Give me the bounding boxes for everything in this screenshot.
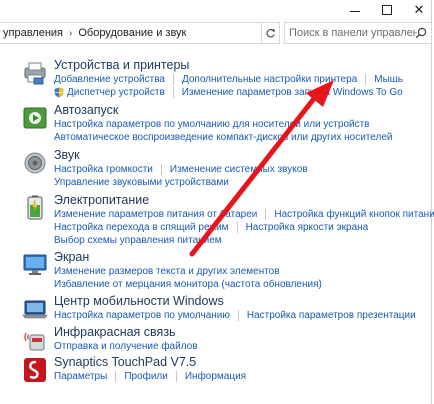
link-mobility-defaults[interactable]: Настройка параметров по умолчанию [54, 310, 230, 321]
breadcrumb[interactable]: управления › Оборудование и звук [0, 22, 262, 44]
link-row-display-1: Изменение размеров текста и других элеме… [54, 266, 280, 277]
refresh-button[interactable] [262, 22, 280, 44]
link-row-devices-2: Диспетчер устройств Изменение параметров… [54, 87, 403, 98]
category-title-autoplay[interactable]: Автозапуск [54, 103, 118, 117]
category-title-sound[interactable]: Звук [54, 148, 80, 162]
link-touchpad-info[interactable]: Информация [185, 371, 246, 382]
search-input[interactable] [285, 23, 421, 43]
battery-icon[interactable] [22, 195, 48, 221]
separator [172, 74, 174, 85]
category-title-display[interactable]: Экран [54, 250, 89, 264]
link-touchpad-parameters[interactable]: Параметры [54, 371, 107, 382]
category-sound: Звук Настройка громкости Изменение систе… [22, 148, 422, 188]
link-battery-settings[interactable]: Изменение параметров питания от батареи [54, 209, 257, 220]
link-screen-brightness[interactable]: Настройка яркости экрана [246, 222, 369, 233]
link-touchpad-profiles[interactable]: Профили [124, 371, 168, 382]
link-power-buttons[interactable]: Настройка функций кнопок питания [274, 209, 434, 220]
separator [365, 74, 367, 85]
minimize-button[interactable] [338, 0, 372, 20]
link-media-defaults[interactable]: Настройка параметров по умолчанию для но… [54, 119, 369, 130]
link-auto-play-cds[interactable]: Автоматическое воспроизведение компакт-д… [54, 132, 392, 143]
infrared-icon[interactable] [22, 327, 48, 353]
autoplay-icon[interactable] [22, 105, 48, 131]
link-sleep-settings[interactable]: Настройка перехода в спящий режим [54, 222, 229, 233]
category-display: Экран Изменение размеров текста и других… [22, 250, 422, 290]
link-audio-devices[interactable]: Управление звуковыми устройствами [54, 177, 229, 188]
search-icon[interactable] [415, 27, 427, 39]
link-choose-power-plan[interactable]: Выбор схемы управления питанием [54, 235, 222, 246]
link-row-sound-2: Управление звуковыми устройствами [54, 177, 229, 188]
category-autoplay: Автозапуск Настройка параметров по умолч… [22, 103, 422, 143]
link-row-touchpad-1: Параметры Профили Информация [54, 371, 246, 382]
link-system-sounds[interactable]: Изменение системных звуков [170, 164, 308, 175]
link-row-devices-1: Добавление устройства Дополнительные нас… [54, 74, 403, 85]
search-box[interactable] [284, 22, 432, 44]
breadcrumb-item-hardware-sound[interactable]: Оборудование и звук [78, 27, 186, 39]
separator [160, 164, 162, 175]
refresh-icon [266, 28, 275, 37]
separator [236, 222, 238, 233]
separator [172, 87, 174, 98]
breadcrumb-separator[interactable]: › [69, 28, 72, 39]
mobility-center-icon[interactable] [22, 296, 48, 322]
monitor-icon[interactable] [22, 252, 48, 278]
link-row-display-2: Избавление от мерцания монитора (частота… [54, 279, 322, 290]
link-row-autoplay-2: Автоматическое воспроизведение компакт-д… [54, 132, 392, 143]
link-send-receive-files[interactable]: Отправка и получение файлов [54, 341, 198, 352]
link-row-sound-1: Настройка громкости Изменение системных … [54, 164, 308, 175]
close-button[interactable]: ✕ [402, 0, 434, 20]
minimize-icon [350, 11, 360, 12]
category-title-infrared[interactable]: Инфракрасная связь [54, 325, 176, 339]
link-row-infrared-1: Отправка и получение файлов [54, 341, 198, 352]
synaptics-icon[interactable] [22, 357, 48, 383]
category-infrared: Инфракрасная связь Отправка и получение … [22, 325, 422, 355]
link-row-mobility-1: Настройка параметров по умолчанию Настро… [54, 310, 416, 321]
category-touchpad: Synaptics TouchPad V7.5 Параметры Профил… [22, 355, 422, 385]
category-devices: Устройства и принтеры Добавление устройс… [22, 58, 422, 98]
link-windows-to-go[interactable]: Изменение параметров запуска Windows To … [182, 87, 403, 98]
hardware-and-sound-content: Устройства и принтеры Добавление устройс… [0, 48, 434, 404]
separator [115, 371, 117, 382]
link-advanced-printer-setup[interactable]: Дополнительные настройки принтера [182, 74, 357, 85]
category-title-mobility[interactable]: Центр мобильности Windows [54, 294, 224, 308]
address-bar: управления › Оборудование и звук [0, 22, 432, 44]
close-icon: ✕ [413, 2, 425, 18]
link-add-device[interactable]: Добавление устройства [54, 74, 165, 85]
category-title-power[interactable]: Электропитание [54, 193, 149, 207]
separator [237, 310, 239, 321]
separator [265, 209, 267, 220]
link-row-autoplay-1: Настройка параметров по умолчанию для но… [54, 119, 369, 130]
link-device-manager[interactable]: Диспетчер устройств [67, 87, 165, 98]
maximize-button[interactable] [370, 0, 404, 20]
category-title-devices[interactable]: Устройства и принтеры [54, 58, 189, 72]
maximize-icon [382, 5, 392, 15]
printer-icon[interactable] [22, 60, 48, 86]
link-presentation-settings[interactable]: Настройка параметров презентации [247, 310, 416, 321]
speaker-icon[interactable] [22, 150, 48, 176]
separator [175, 371, 177, 382]
link-mouse[interactable]: Мышь [374, 74, 403, 85]
control-panel-window: ✕ управления › Оборудование и звук Поиск… [0, 0, 434, 404]
category-power: Электропитание Изменение параметров пита… [22, 193, 434, 246]
link-row-power-1: Изменение параметров питания от батареи … [54, 209, 434, 220]
link-refresh-rate[interactable]: Избавление от мерцания монитора (частота… [54, 279, 322, 290]
link-row-power-2: Настройка перехода в спящий режим Настро… [54, 222, 368, 233]
title-bar: ✕ [0, 0, 432, 20]
uac-shield-icon [54, 87, 64, 98]
breadcrumb-item-control-panel[interactable]: управления [3, 27, 63, 39]
link-row-power-3: Выбор схемы управления питанием [54, 235, 222, 246]
category-mobility: Центр мобильности Windows Настройка пара… [22, 294, 422, 324]
category-title-touchpad[interactable]: Synaptics TouchPad V7.5 [54, 355, 196, 369]
link-text-size[interactable]: Изменение размеров текста и других элеме… [54, 266, 280, 277]
link-adjust-volume[interactable]: Настройка громкости [54, 164, 153, 175]
